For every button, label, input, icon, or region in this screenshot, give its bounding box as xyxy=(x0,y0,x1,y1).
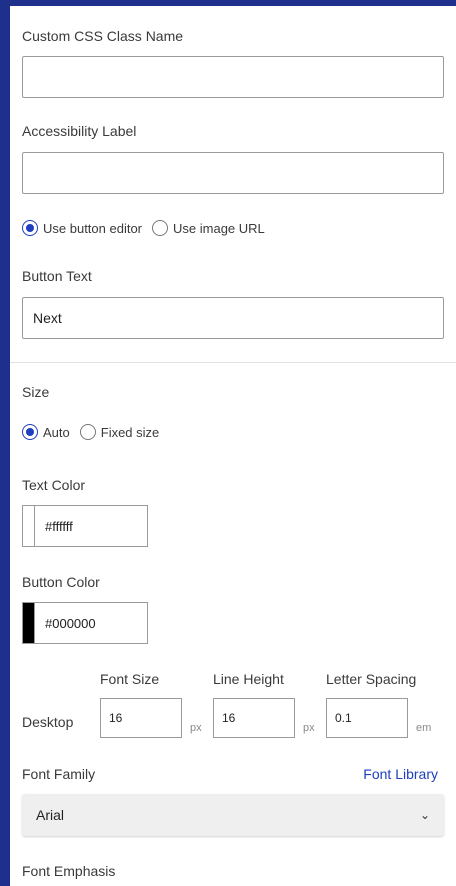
letter-spacing-header: Letter Spacing xyxy=(326,671,417,687)
line-height-header: Line Height xyxy=(213,671,284,687)
text-color-field[interactable]: #ffffff xyxy=(22,505,148,547)
font-emphasis-label: Font Emphasis xyxy=(22,863,116,879)
font-size-unit: px xyxy=(190,722,202,734)
size-fixed-label[interactable]: Fixed size xyxy=(101,425,160,440)
button-color-swatch[interactable] xyxy=(23,603,35,643)
accessibility-label-label: Accessibility Label xyxy=(22,123,137,139)
accessibility-label-input[interactable] xyxy=(22,152,444,194)
chevron-down-icon: ⌄ xyxy=(419,808,430,822)
line-height-unit: px xyxy=(303,722,315,734)
button-color-label: Button Color xyxy=(22,574,100,590)
button-text-input[interactable] xyxy=(22,297,444,339)
source-mode-radio-group: Use button editor Use image URL xyxy=(22,220,275,236)
font-family-select[interactable]: Arial ⌄ xyxy=(22,794,444,836)
text-color-swatch[interactable] xyxy=(23,506,35,546)
custom-css-input[interactable] xyxy=(22,56,444,98)
window-frame-left xyxy=(0,0,10,886)
text-color-label: Text Color xyxy=(22,477,86,493)
letter-spacing-input[interactable] xyxy=(326,698,408,738)
font-family-value: Arial xyxy=(36,807,65,823)
button-color-field[interactable]: #000000 xyxy=(22,602,148,644)
custom-css-label: Custom CSS Class Name xyxy=(22,28,184,44)
use-image-url-radio[interactable] xyxy=(152,220,169,236)
line-height-input[interactable] xyxy=(213,698,295,738)
size-radio-group: Auto Fixed size xyxy=(22,424,169,440)
section-divider xyxy=(10,362,456,363)
use-image-url-label[interactable]: Use image URL xyxy=(173,221,265,236)
use-button-editor-label[interactable]: Use button editor xyxy=(43,221,142,236)
use-button-editor-radio[interactable] xyxy=(22,220,38,236)
letter-spacing-unit: em xyxy=(416,722,432,734)
button-text-label: Button Text xyxy=(22,268,92,284)
size-label: Size xyxy=(22,384,50,400)
font-family-label: Font Family xyxy=(22,766,96,782)
size-fixed-radio[interactable] xyxy=(79,424,96,440)
font-size-header: Font Size xyxy=(100,671,160,687)
size-auto-label[interactable]: Auto xyxy=(43,425,70,440)
size-auto-radio[interactable] xyxy=(22,424,38,440)
button-settings-panel: Custom CSS Class Name Accessibility Labe… xyxy=(10,6,456,886)
font-library-link[interactable]: Font Library xyxy=(363,766,438,782)
desktop-row-label: Desktop xyxy=(22,714,74,730)
button-color-value[interactable]: #000000 xyxy=(45,616,96,631)
font-size-input[interactable] xyxy=(100,698,182,738)
text-color-value[interactable]: #ffffff xyxy=(45,519,73,534)
